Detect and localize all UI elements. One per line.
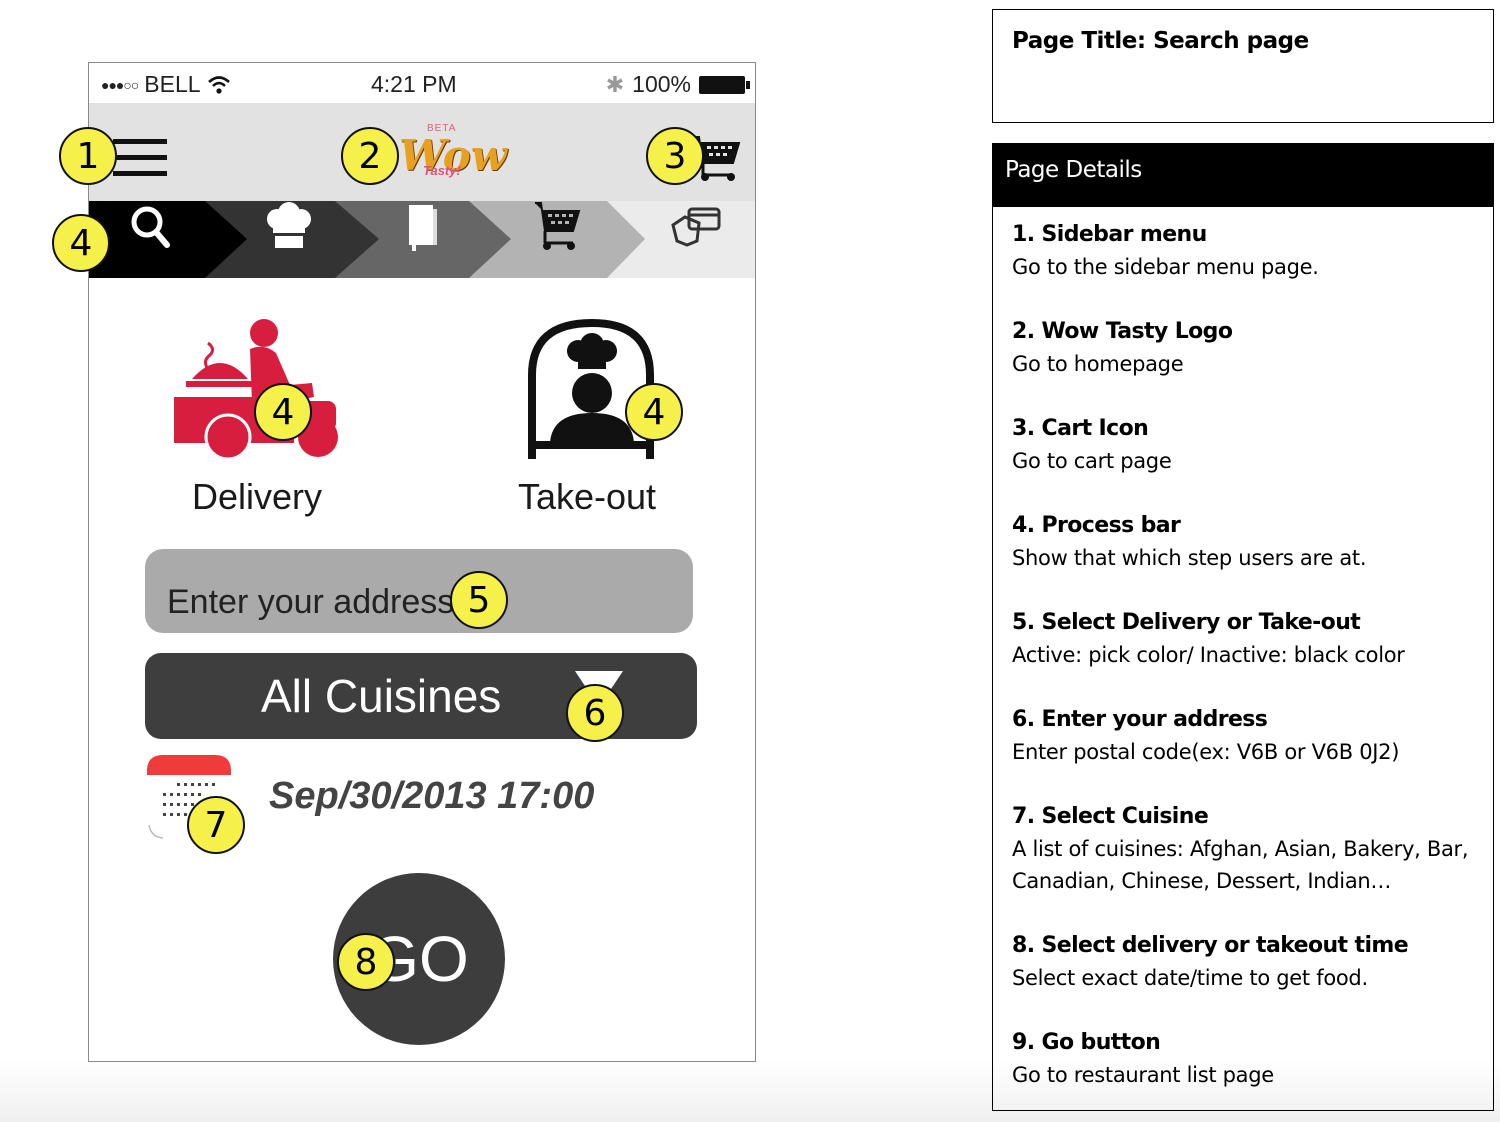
detail-item: 3. Cart Icon Go to cart page bbox=[1012, 413, 1493, 477]
page-details-list: 1. Sidebar menu Go to the sidebar menu p… bbox=[993, 207, 1493, 1091]
hamburger-icon-line bbox=[113, 139, 167, 144]
detail-heading: 2. Wow Tasty Logo bbox=[1012, 319, 1233, 344]
sidebar-menu-button[interactable] bbox=[113, 139, 167, 177]
chef-hat-icon[interactable] bbox=[261, 201, 317, 251]
callout-6: 6 bbox=[566, 684, 624, 742]
detail-item: 4. Process bar Show that which step user… bbox=[1012, 510, 1493, 574]
page-title-box: Page Title: Search page bbox=[992, 9, 1494, 123]
callout-1: 1 bbox=[59, 127, 117, 185]
detail-item: 7. Select Cuisine A list of cuisines: Af… bbox=[1012, 801, 1493, 897]
callout-4-process-bar: 4 bbox=[52, 214, 110, 272]
detail-item: 9. Go button Go to restaurant list page bbox=[1012, 1027, 1493, 1091]
detail-heading: 4. Process bar bbox=[1012, 513, 1181, 538]
status-right: ✱ 100% bbox=[605, 71, 750, 98]
detail-item: 1. Sidebar menu Go to the sidebar menu p… bbox=[1012, 219, 1493, 283]
hamburger-icon-line bbox=[113, 171, 167, 176]
menu-book-icon[interactable] bbox=[395, 201, 451, 251]
cuisine-selected-value: All Cuisines bbox=[261, 670, 502, 722]
callout-7: 7 bbox=[187, 796, 245, 854]
status-bar: ●●●○○ BELL 4:21 PM ✱ 100% bbox=[89, 63, 755, 103]
detail-description: Active: pick color/ Inactive: black colo… bbox=[1012, 643, 1405, 667]
status-time: 4:21 PM bbox=[371, 71, 457, 97]
detail-description: Show that which step users are at. bbox=[1012, 546, 1367, 570]
detail-item: 6. Enter your address Enter postal code(… bbox=[1012, 704, 1493, 768]
address-input[interactable] bbox=[145, 549, 693, 633]
detail-item: 2. Wow Tasty Logo Go to homepage bbox=[1012, 316, 1493, 380]
wow-tasty-logo[interactable]: BETA Wow Tasty! bbox=[389, 121, 507, 187]
search-icon[interactable] bbox=[123, 201, 179, 251]
takeout-label: Take-out bbox=[517, 476, 657, 517]
hamburger-icon-line bbox=[113, 155, 167, 160]
detail-heading: 9. Go button bbox=[1012, 1030, 1161, 1055]
callout-8: 8 bbox=[337, 933, 395, 991]
detail-description: Select exact date/time to get food. bbox=[1012, 966, 1368, 990]
detail-heading: 7. Select Cuisine bbox=[1012, 804, 1209, 829]
carrier-info: ●●●○○ BELL bbox=[101, 71, 231, 98]
detail-heading: 6. Enter your address bbox=[1012, 707, 1268, 732]
cart-step-icon[interactable] bbox=[529, 201, 585, 251]
page-title: Page Title: Search page bbox=[1012, 28, 1309, 54]
page-details-panel: Page Details 1. Sidebar menu Go to the s… bbox=[992, 143, 1494, 1111]
detail-heading: 1. Sidebar menu bbox=[1012, 222, 1207, 247]
battery-icon bbox=[699, 75, 750, 94]
selected-datetime: Sep/30/2013 17:00 bbox=[269, 775, 595, 817]
detail-description: A list of cuisines: Afghan, Asian, Baker… bbox=[1012, 837, 1469, 893]
page-details-header: Page Details bbox=[993, 144, 1493, 207]
phone-mockup: ●●●○○ BELL 4:21 PM ✱ 100% BETA Wow Tasty… bbox=[88, 62, 756, 1062]
delivery-label: Delivery bbox=[191, 476, 323, 517]
payment-card-icon[interactable] bbox=[669, 201, 725, 251]
process-bar bbox=[89, 201, 755, 278]
bluetooth-icon: ✱ bbox=[605, 71, 625, 97]
detail-description: Go to the sidebar menu page. bbox=[1012, 255, 1319, 279]
callout-4-takeout: 4 bbox=[625, 383, 683, 441]
detail-description: Go to restaurant list page bbox=[1012, 1063, 1274, 1087]
signal-strength-icon: ●●●○○ bbox=[101, 76, 139, 93]
battery-percent: 100% bbox=[632, 71, 691, 97]
detail-heading: 5. Select Delivery or Take-out bbox=[1012, 610, 1361, 635]
detail-item: 5. Select Delivery or Take-out Active: p… bbox=[1012, 607, 1493, 671]
carrier-name: BELL bbox=[144, 71, 201, 97]
wifi-icon bbox=[207, 75, 230, 94]
detail-description: Go to cart page bbox=[1012, 449, 1172, 473]
detail-heading: 3. Cart Icon bbox=[1012, 416, 1149, 441]
logo-tagline: Tasty! bbox=[423, 163, 461, 178]
delivery-scooter-icon bbox=[174, 319, 338, 461]
detail-heading: 8. Select delivery or takeout time bbox=[1012, 933, 1409, 958]
callout-5: 5 bbox=[450, 571, 508, 629]
detail-item: 8. Select delivery or takeout time Selec… bbox=[1012, 930, 1493, 994]
detail-description: Go to homepage bbox=[1012, 352, 1184, 376]
callout-2: 2 bbox=[341, 127, 399, 185]
callout-4-delivery: 4 bbox=[254, 383, 312, 441]
detail-description: Enter postal code(ex: V6B or V6B 0J2) bbox=[1012, 740, 1400, 764]
callout-3: 3 bbox=[646, 127, 704, 185]
